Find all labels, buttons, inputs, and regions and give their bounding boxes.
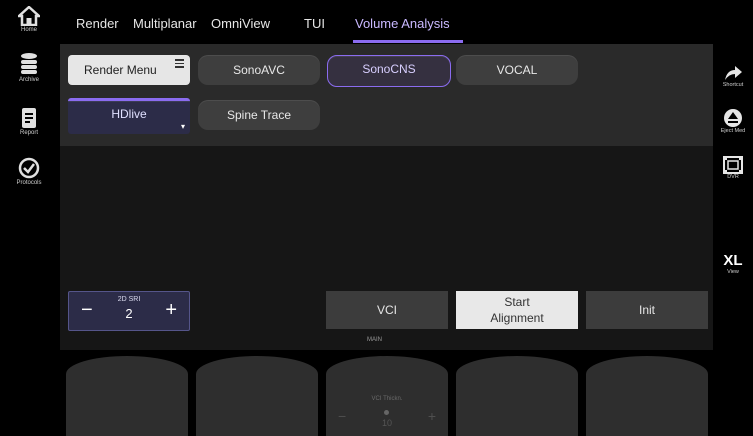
tab-omniview[interactable]: OmniView	[211, 16, 270, 31]
knob-2[interactable]	[196, 356, 318, 436]
home-button[interactable]: Home	[0, 6, 58, 33]
report-icon	[22, 108, 36, 128]
tab-bar: Render Multiplanar OmniView TUI Volume A…	[68, 0, 708, 44]
tab-tui[interactable]: TUI	[304, 16, 325, 31]
spine-trace-button[interactable]: Spine Trace	[198, 100, 320, 130]
eject-button[interactable]: Eject Med	[713, 108, 753, 134]
eject-label: Eject Med	[720, 128, 746, 134]
sri-increment-button[interactable]: +	[165, 298, 177, 322]
archive-label: Archive	[18, 77, 39, 83]
protocols-label: Protocols	[16, 180, 42, 186]
hdlive-button[interactable]: HDlive ▾	[68, 98, 190, 134]
knob-1[interactable]	[66, 356, 188, 436]
knob-4[interactable]	[456, 356, 578, 436]
check-circle-icon	[18, 157, 40, 179]
start-alignment-button[interactable]: Start Alignment	[456, 291, 578, 329]
tab-render[interactable]: Render	[76, 16, 119, 31]
view-label: View	[727, 269, 739, 275]
database-icon	[21, 53, 37, 74]
vci-thickness-knob[interactable]: VCI Thickn. − + 10	[326, 356, 448, 436]
shortcut-button[interactable]: Shortcut	[713, 64, 753, 88]
sonoavc-button[interactable]: SonoAVC	[198, 55, 320, 85]
hdlive-label: HDlive	[111, 107, 147, 121]
knob-label: VCI Thickn.	[371, 396, 403, 402]
shortcut-label: Shortcut	[722, 82, 744, 88]
tab-multiplanar[interactable]: Multiplanar	[133, 16, 197, 31]
sri-stepper[interactable]: − 2D SRI 2 +	[68, 291, 190, 331]
protocols-button[interactable]: Protocols	[0, 157, 58, 186]
vocal-button[interactable]: VOCAL	[456, 55, 578, 85]
main-panel: Render Menu SonoAVC SonoCNS VOCAL HDlive…	[60, 44, 714, 350]
report-button[interactable]: Report	[0, 107, 58, 136]
render-menu-label: Render Menu	[84, 63, 157, 77]
knob-value: 10	[381, 418, 392, 428]
right-rail: Shortcut Eject Med DVR XL View	[713, 0, 753, 428]
knob-indicator	[384, 410, 389, 415]
xl-view-icon: XL	[723, 252, 743, 269]
start-alignment-label-2: Alignment	[490, 311, 544, 325]
dropdown-arrow-icon: ▾	[180, 122, 185, 131]
eject-icon	[724, 109, 742, 127]
dvr-label: DVR	[727, 174, 739, 180]
tab-volume-analysis[interactable]: Volume Analysis	[355, 16, 450, 31]
dvr-button[interactable]: DVR	[713, 156, 753, 180]
dvr-icon	[723, 156, 743, 174]
vci-button[interactable]: VCI	[326, 291, 448, 329]
sonocns-button[interactable]: SonoCNS	[327, 55, 451, 87]
home-label: Home	[20, 27, 37, 33]
start-alignment-label-1: Start	[504, 295, 530, 309]
home-icon	[18, 6, 40, 26]
archive-button[interactable]: Archive	[0, 52, 58, 83]
active-tab-indicator	[353, 40, 463, 43]
left-rail: Home Archive Report Protocols	[0, 0, 58, 428]
report-label: Report	[19, 130, 38, 136]
view-button[interactable]: XL View	[713, 252, 753, 275]
menu-icon	[175, 57, 184, 70]
init-button[interactable]: Init	[586, 291, 708, 329]
render-menu-button[interactable]: Render Menu	[68, 55, 190, 85]
knob-5[interactable]	[586, 356, 708, 436]
arrow-icon	[725, 66, 742, 80]
main-tag: MAIN	[367, 337, 382, 343]
